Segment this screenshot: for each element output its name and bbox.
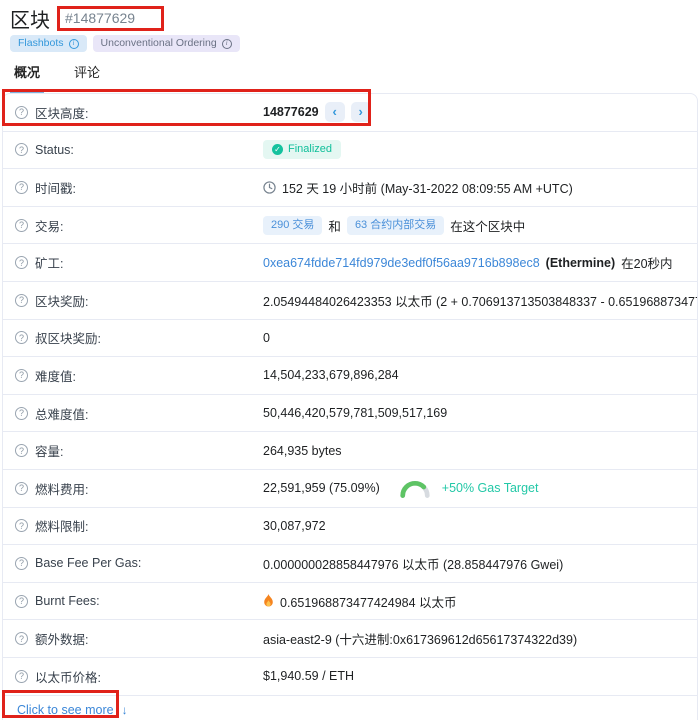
help-icon[interactable]: ? (15, 519, 28, 532)
help-icon[interactable]: ? (15, 143, 28, 156)
row-block-height: ? 区块高度: 14877629 ‹ › (3, 94, 697, 132)
help-icon[interactable]: ? (15, 294, 28, 307)
tab-comments[interactable]: 评论 (70, 62, 104, 93)
size-value: 264,935 bytes (263, 444, 342, 458)
row-gas-limit: ? 燃料限制: 30,087,972 (3, 508, 697, 546)
clock-icon (263, 181, 276, 194)
transactions-suffix: 在这个区块中 (450, 216, 525, 235)
transactions-count-badge[interactable]: 290 交易 (263, 216, 322, 235)
block-details-page: 区块 #14877629 Flashbots i Unconventional … (0, 0, 700, 720)
status-badge-label: Finalized (288, 144, 332, 155)
difficulty-label: 难度值: (35, 366, 76, 385)
click-to-see-more-link[interactable]: Click to see more ↓ (5, 697, 140, 720)
badge-row: Flashbots i Unconventional Ordering i (0, 31, 700, 53)
row-uncle-reward: ? 叔区块奖励: 0 (3, 320, 697, 358)
difficulty-value: 14,504,233,679,896,284 (263, 368, 399, 382)
row-status: ? Status: ✓ Finalized (3, 132, 697, 170)
row-block-reward: ? 区块奖励: 2.05494484026423353 以太币 (2 + 0.7… (3, 282, 697, 320)
see-more-label: Click to see more (17, 703, 114, 717)
row-transactions: ? 交易: 290 交易 和 63 合约内部交易 在这个区块中 (3, 207, 697, 245)
page-header: 区块 #14877629 (0, 0, 700, 31)
total-difficulty-value: 50,446,420,579,781,509,517,169 (263, 406, 447, 420)
block-height-label: 区块高度: (35, 103, 88, 122)
gas-target-label: +50% Gas Target (442, 481, 539, 495)
eth-price-label: 以太币价格: (35, 667, 101, 686)
row-miner: ? 矿工: 0xea674fdde714fd979de3edf0f56aa971… (3, 244, 697, 282)
tab-bar: 概况 评论 (0, 53, 700, 93)
internal-transactions-badge[interactable]: 63 合约内部交易 (347, 216, 444, 235)
gas-limit-label: 燃料限制: (35, 516, 88, 535)
arrow-down-icon: ↓ (122, 703, 128, 717)
block-number: #14877629 (57, 6, 164, 31)
base-fee-value: 0.000000028858447976 以太币 (28.858447976 G… (263, 554, 563, 573)
row-extra-data: ? 额外数据: asia-east2-9 (十六进制:0x617369612d6… (3, 620, 697, 658)
gas-used-label: 燃料费用: (35, 479, 88, 498)
help-icon[interactable]: ? (15, 482, 28, 495)
help-icon[interactable]: ? (15, 106, 28, 119)
uncle-reward-value: 0 (263, 331, 270, 345)
help-icon[interactable]: ? (15, 407, 28, 420)
burnt-fees-value: 0.651968873477424984 以太币 (280, 592, 457, 611)
row-eth-price: ? 以太币价格: $1,940.59 / ETH (3, 658, 697, 696)
status-badge: ✓ Finalized (263, 140, 341, 159)
uncle-reward-label: 叔区块奖励: (35, 328, 101, 347)
extra-data-label: 额外数据: (35, 629, 88, 648)
prev-block-button[interactable]: ‹ (325, 102, 345, 122)
row-difficulty: ? 难度值: 14,504,233,679,896,284 (3, 357, 697, 395)
info-icon[interactable]: i (69, 39, 79, 49)
help-icon[interactable]: ? (15, 256, 28, 269)
burnt-fees-label: Burnt Fees: (35, 594, 100, 608)
transactions-conjunction: 和 (328, 216, 341, 235)
gas-limit-value: 30,087,972 (263, 519, 326, 533)
transactions-label: 交易: (35, 216, 63, 235)
block-overview-card: ? 区块高度: 14877629 ‹ › ? Status: ✓ Finaliz… (2, 93, 698, 720)
page-title: 区块 (10, 4, 50, 33)
row-size: ? 容量: 264,935 bytes (3, 432, 697, 470)
row-timestamp: ? 时间戳: 152 天 19 小时前 (May-31-2022 08:09:5… (3, 169, 697, 207)
help-icon[interactable]: ? (15, 632, 28, 645)
miner-label: 矿工: (35, 253, 63, 272)
row-burnt-fees: ? Burnt Fees: 0.651968873477424984 以太币 (3, 583, 697, 621)
timestamp-label: 时间戳: (35, 178, 76, 197)
size-label: 容量: (35, 441, 63, 460)
info-icon[interactable]: i (222, 39, 232, 49)
unconventional-ordering-badge[interactable]: Unconventional Ordering i (93, 35, 240, 52)
miner-suffix: 在20秒内 (621, 253, 672, 272)
help-icon[interactable]: ? (15, 557, 28, 570)
extra-data-value: asia-east2-9 (十六进制:0x617369612d656173743… (263, 629, 577, 648)
help-icon[interactable]: ? (15, 331, 28, 344)
block-reward-value: 2.05494484026423353 以太币 (2 + 0.706913713… (263, 291, 698, 310)
row-base-fee: ? Base Fee Per Gas: 0.000000028858447976… (3, 545, 697, 583)
row-total-difficulty: ? 总难度值: 50,446,420,579,781,509,517,169 (3, 395, 697, 433)
miner-name: (Ethermine) (546, 256, 615, 270)
block-reward-label: 区块奖励: (35, 291, 88, 310)
gas-used-value: 22,591,959 (75.09%) (263, 481, 380, 495)
tab-overview[interactable]: 概况 (10, 62, 44, 93)
base-fee-label: Base Fee Per Gas: (35, 556, 141, 570)
miner-address-link[interactable]: 0xea674fdde714fd979de3edf0f56aa9716b898e… (263, 256, 540, 270)
help-icon[interactable]: ? (15, 595, 28, 608)
status-label: Status: (35, 143, 74, 157)
next-block-button[interactable]: › (351, 102, 371, 122)
help-icon[interactable]: ? (15, 670, 28, 683)
flame-icon (263, 594, 274, 608)
flashbots-badge-label: Flashbots (18, 38, 64, 49)
unconventional-ordering-badge-label: Unconventional Ordering (101, 38, 217, 49)
block-height-value: 14877629 (263, 105, 319, 119)
total-difficulty-label: 总难度值: (35, 404, 88, 423)
timestamp-value: 152 天 19 小时前 (May-31-2022 08:09:55 AM +U… (282, 178, 573, 197)
row-gas-used: ? 燃料费用: 22,591,959 (75.09%) +50% Gas Tar… (3, 470, 697, 508)
help-icon[interactable]: ? (15, 444, 28, 457)
flashbots-badge[interactable]: Flashbots i (10, 35, 87, 52)
check-icon: ✓ (272, 144, 283, 155)
help-icon[interactable]: ? (15, 369, 28, 382)
help-icon[interactable]: ? (15, 181, 28, 194)
help-icon[interactable]: ? (15, 219, 28, 232)
gas-gauge-icon (398, 479, 432, 498)
eth-price-value: $1,940.59 / ETH (263, 669, 354, 683)
